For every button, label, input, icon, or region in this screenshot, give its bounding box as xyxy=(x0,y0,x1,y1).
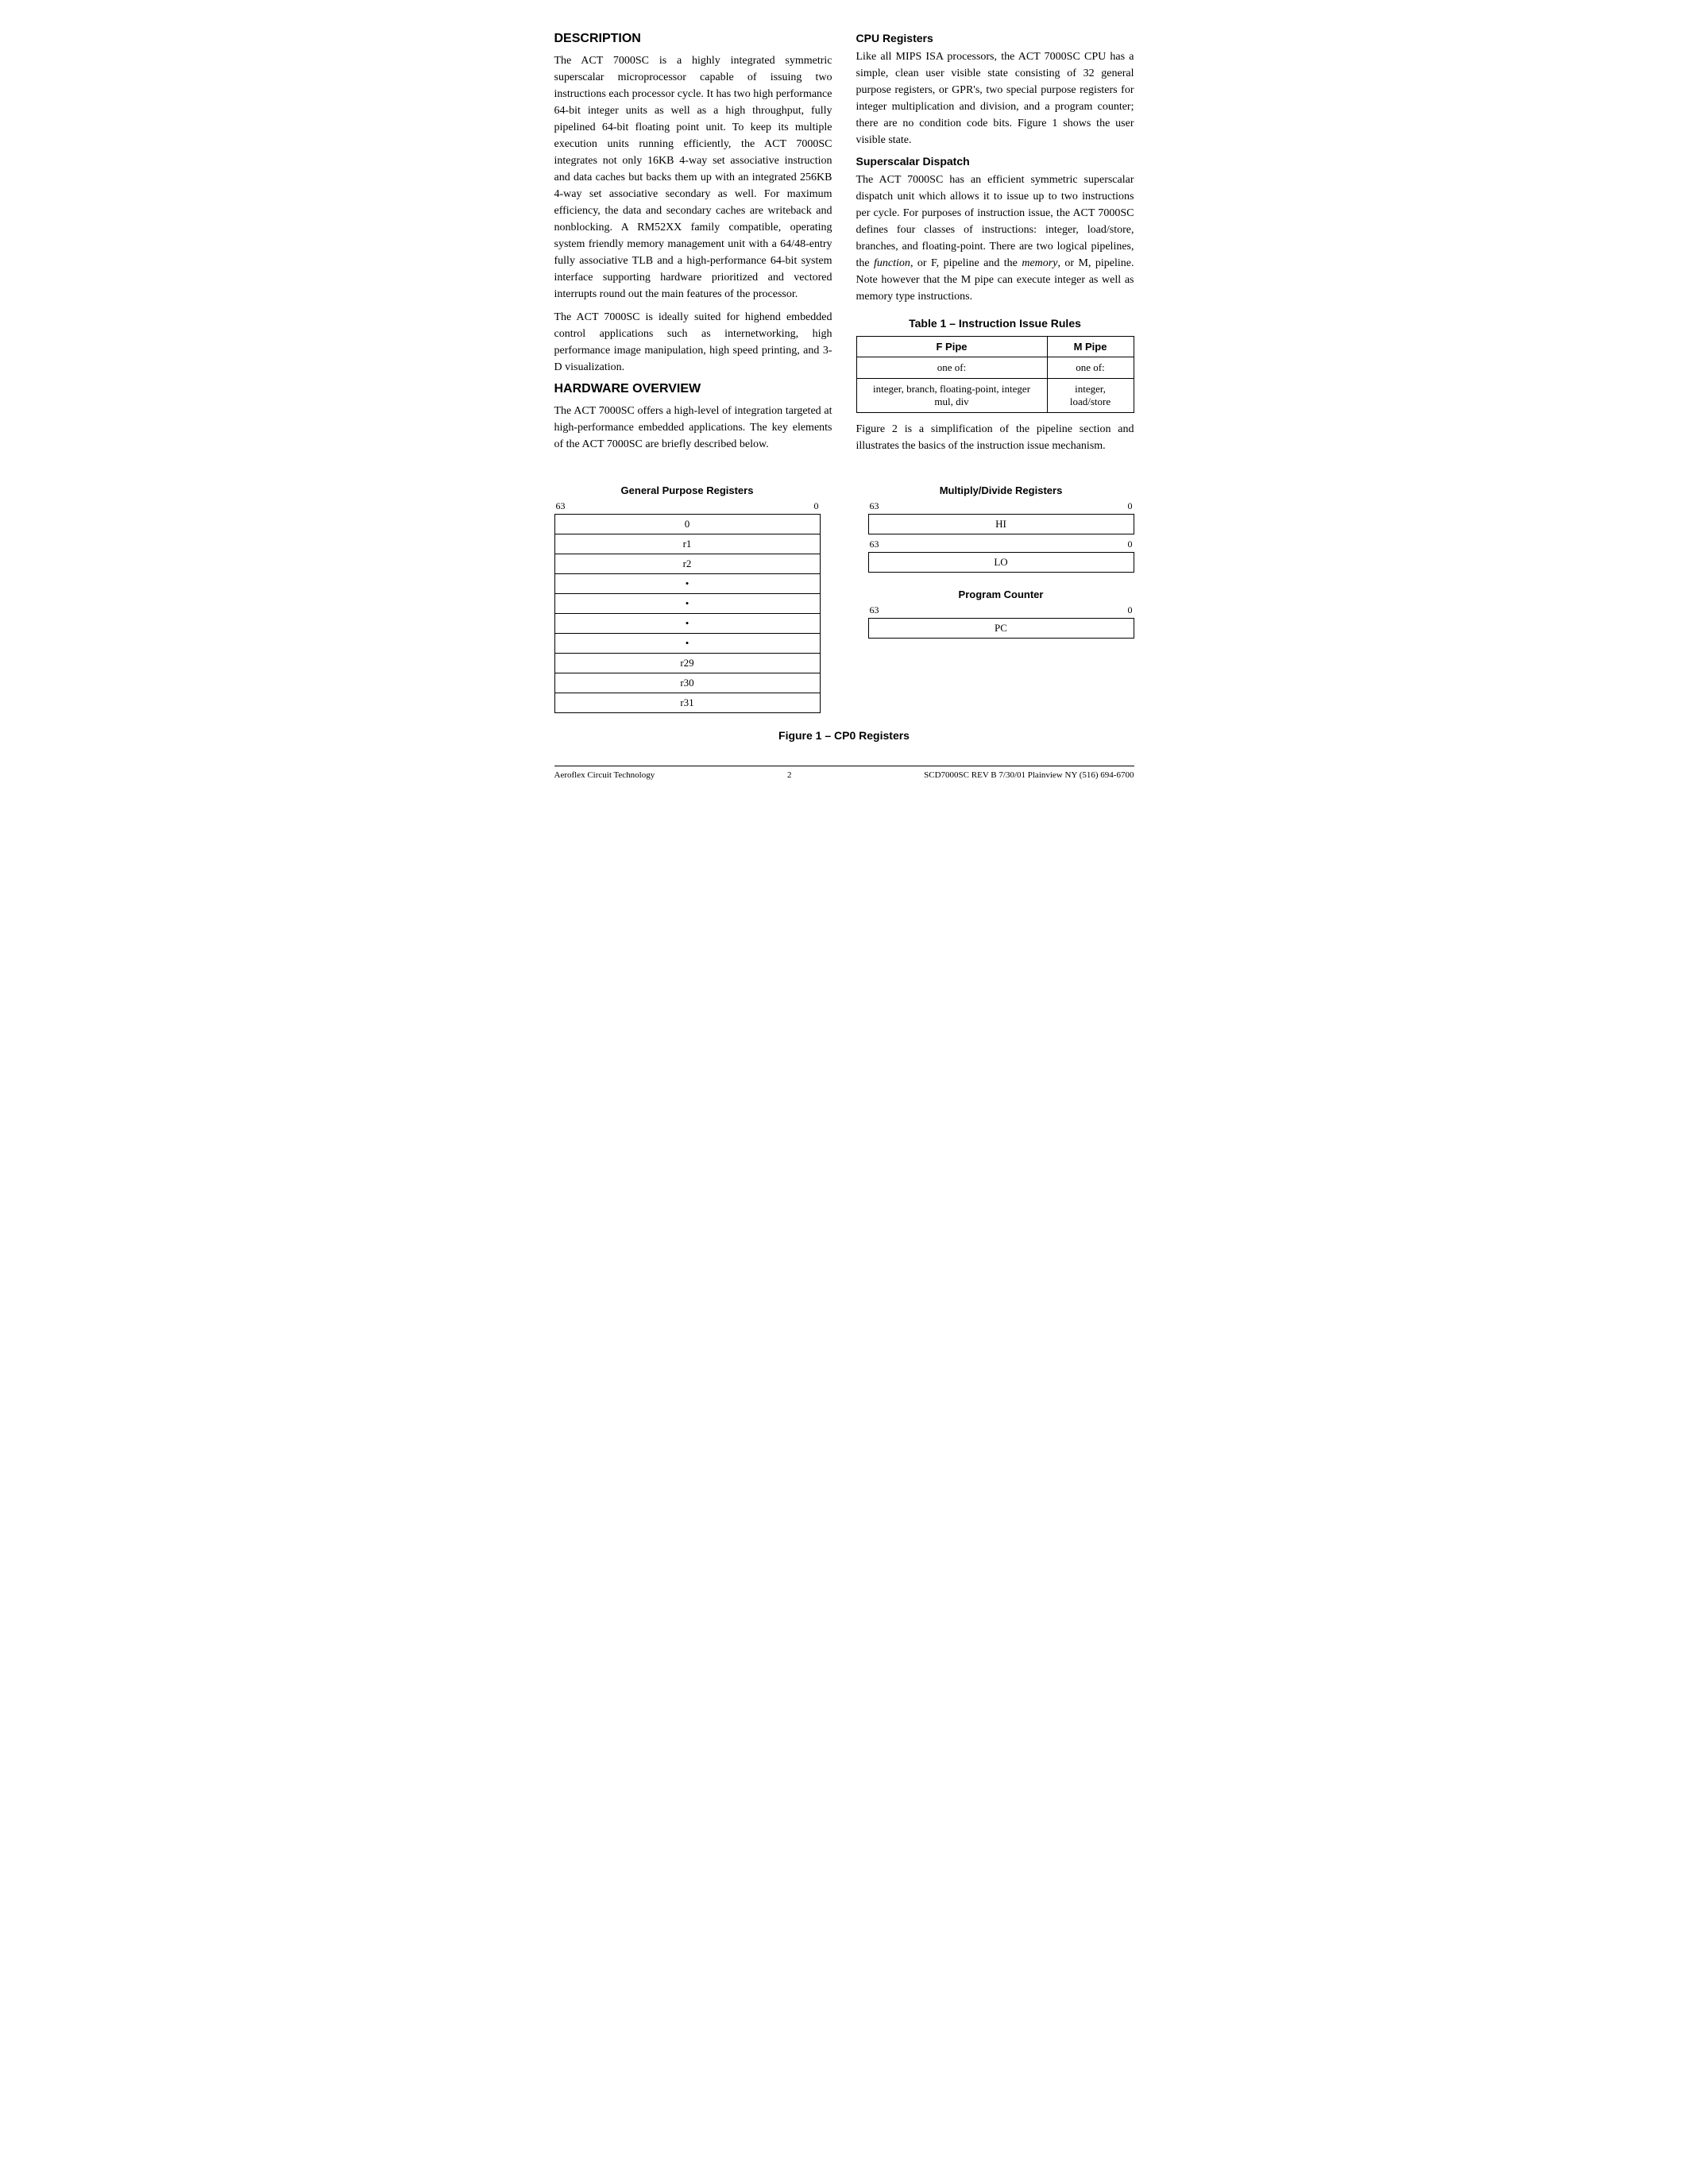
footer-center: 2 xyxy=(787,770,792,780)
cpu-registers-para: Like all MIPS ISA processors, the ACT 70… xyxy=(856,48,1134,149)
gpr-row-r1: r1 xyxy=(554,534,820,554)
figure2-para: Figure 2 is a simplification of the pipe… xyxy=(856,421,1134,454)
table-header-mpipe: M Pipe xyxy=(1047,337,1134,357)
gpr-row-r30: r30 xyxy=(554,673,820,693)
description-para-1: The ACT 7000SC is a highly integrated sy… xyxy=(554,52,832,303)
table-cell-fpipe-row1: one of: xyxy=(856,357,1047,379)
footer-left: Aeroflex Circuit Technology xyxy=(554,770,655,780)
gpr-group: General Purpose Registers 63 0 0 r1 r2 •… xyxy=(554,484,821,713)
gpr-row-dot2: • xyxy=(554,594,820,614)
gpr-bit-low: 0 xyxy=(814,500,819,512)
table-header-fpipe: F Pipe xyxy=(856,337,1047,357)
table-row: r2 xyxy=(554,554,820,574)
table-row: one of: one of: xyxy=(856,357,1134,379)
registers-row: General Purpose Registers 63 0 0 r1 r2 •… xyxy=(554,484,1134,713)
gpr-row-r29: r29 xyxy=(554,654,820,673)
figure-caption: Figure 1 – CP0 Registers xyxy=(554,729,1134,742)
table-row: r29 xyxy=(554,654,820,673)
table-cell-mpipe-row2: integer, load/store xyxy=(1047,379,1134,413)
table-row: • xyxy=(554,594,820,614)
pc-register: PC xyxy=(868,618,1134,639)
gpr-row-dot4: • xyxy=(554,634,820,654)
footer-right: SCD7000SC REV B 7/30/01 Plainview NY (51… xyxy=(924,770,1134,780)
hi-bit-low: 0 xyxy=(1128,500,1133,512)
main-content: Description The ACT 7000SC is a highly i… xyxy=(554,32,1134,461)
right-column: CPU Registers Like all MIPS ISA processo… xyxy=(856,32,1134,461)
description-title: Description xyxy=(554,32,832,46)
lo-bit-high: 63 xyxy=(870,538,879,550)
program-counter-title: Program Counter xyxy=(868,588,1134,600)
gpr-row-dot3: • xyxy=(554,614,820,634)
table-row: 0 xyxy=(554,515,820,534)
description-para-2: The ACT 7000SC is ideally suited for hig… xyxy=(554,309,832,376)
table1-title: Table 1 – Instruction Issue Rules xyxy=(856,317,1134,330)
gpr-title: General Purpose Registers xyxy=(554,484,821,496)
table-row: r1 xyxy=(554,534,820,554)
table-cell-fpipe-row2: integer, branch, floating-point, integer… xyxy=(856,379,1047,413)
hi-bit-high: 63 xyxy=(870,500,879,512)
table-row: • xyxy=(554,614,820,634)
instruction-issue-table: F Pipe M Pipe one of: one of: integer, b… xyxy=(856,336,1134,413)
table-row: integer, branch, floating-point, integer… xyxy=(856,379,1134,413)
cpu-registers-title: CPU Registers xyxy=(856,32,1134,44)
program-counter-group: Program Counter 63 0 PC xyxy=(868,588,1134,639)
lo-bit-low: 0 xyxy=(1128,538,1133,550)
pc-bit-high: 63 xyxy=(870,604,879,616)
hi-register: HI xyxy=(868,514,1134,534)
superscalar-dispatch-para: The ACT 7000SC has an efficient symmetri… xyxy=(856,172,1134,305)
pc-bit-low: 0 xyxy=(1128,604,1133,616)
gpr-table: 0 r1 r2 • • • • r29 r30 r31 xyxy=(554,514,821,713)
multiply-divide-title: Multiply/Divide Registers xyxy=(868,484,1134,496)
gpr-row-dot1: • xyxy=(554,574,820,594)
gpr-bit-high: 63 xyxy=(556,500,566,512)
page: Description The ACT 7000SC is a highly i… xyxy=(554,32,1134,780)
table-row: r30 xyxy=(554,673,820,693)
right-registers: Multiply/Divide Registers 63 0 HI 63 0 L… xyxy=(868,484,1134,713)
left-column: Description The ACT 7000SC is a highly i… xyxy=(554,32,832,461)
hardware-overview-para: The ACT 7000SC offers a high-level of in… xyxy=(554,403,832,453)
gpr-row-r31: r31 xyxy=(554,693,820,713)
table-cell-mpipe-row1: one of: xyxy=(1047,357,1134,379)
gpr-bit-labels: 63 0 xyxy=(554,500,821,512)
lo-register: LO xyxy=(868,552,1134,573)
multiply-divide-group: Multiply/Divide Registers 63 0 HI 63 0 L… xyxy=(868,484,1134,573)
footer: Aeroflex Circuit Technology 2 SCD7000SC … xyxy=(554,766,1134,780)
gpr-row-0: 0 xyxy=(554,515,820,534)
gpr-row-r2: r2 xyxy=(554,554,820,574)
figure-section: General Purpose Registers 63 0 0 r1 r2 •… xyxy=(554,484,1134,742)
table-row: • xyxy=(554,634,820,654)
hardware-overview-title: Hardware Overview xyxy=(554,382,832,396)
superscalar-dispatch-title: Superscalar Dispatch xyxy=(856,155,1134,168)
hi-bit-labels: 63 0 xyxy=(868,500,1134,512)
lo-bit-labels: 63 0 xyxy=(868,538,1134,550)
table-row: r31 xyxy=(554,693,820,713)
pc-bit-labels: 63 0 xyxy=(868,604,1134,616)
table-row: • xyxy=(554,574,820,594)
